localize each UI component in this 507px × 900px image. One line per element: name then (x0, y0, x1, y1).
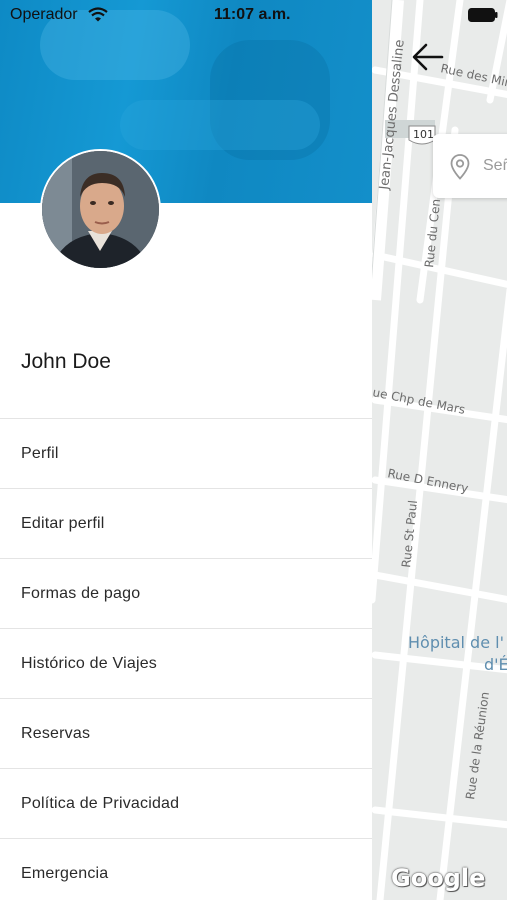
menu-item-editar-perfil[interactable]: Editar perfil (0, 488, 372, 558)
menu-item-historico-de-viajes[interactable]: Histórico de Viajes (0, 628, 372, 698)
clock: 11:07 a.m. (214, 6, 291, 23)
search-card[interactable]: Señ (433, 134, 507, 198)
poi-hopital-line2: d'É (484, 655, 507, 674)
arrow-left-icon (412, 43, 444, 71)
poi-hopital-line1: Hôpital de l' (408, 633, 504, 652)
wifi-icon (88, 7, 108, 22)
carrier-label: Operador (10, 6, 78, 23)
menu-item-emergencia[interactable]: Emergencia (0, 838, 372, 900)
highway-shield: 101 (408, 125, 436, 145)
user-name: John Doe (21, 350, 111, 373)
menu-item-politica-de-privacidad[interactable]: Política de Privacidad (0, 768, 372, 838)
battery-icon (468, 8, 498, 22)
location-pin-icon (450, 154, 470, 180)
side-drawer: John Doe Perfil Editar perfil Formas de … (0, 0, 372, 900)
status-bar: Operador 11:07 a.m. (0, 0, 507, 32)
menu-item-reservas[interactable]: Reservas (0, 698, 372, 768)
highway-shield-label: 101 (413, 128, 434, 141)
menu-item-formas-de-pago[interactable]: Formas de pago (0, 558, 372, 628)
search-placeholder: Señ (483, 157, 507, 174)
menu-item-perfil[interactable]: Perfil (0, 418, 372, 488)
drawer-menu: Perfil Editar perfil Formas de pago Hist… (0, 418, 372, 900)
google-attribution: Google (391, 864, 486, 892)
back-button[interactable] (410, 40, 446, 74)
avatar[interactable] (40, 149, 161, 270)
